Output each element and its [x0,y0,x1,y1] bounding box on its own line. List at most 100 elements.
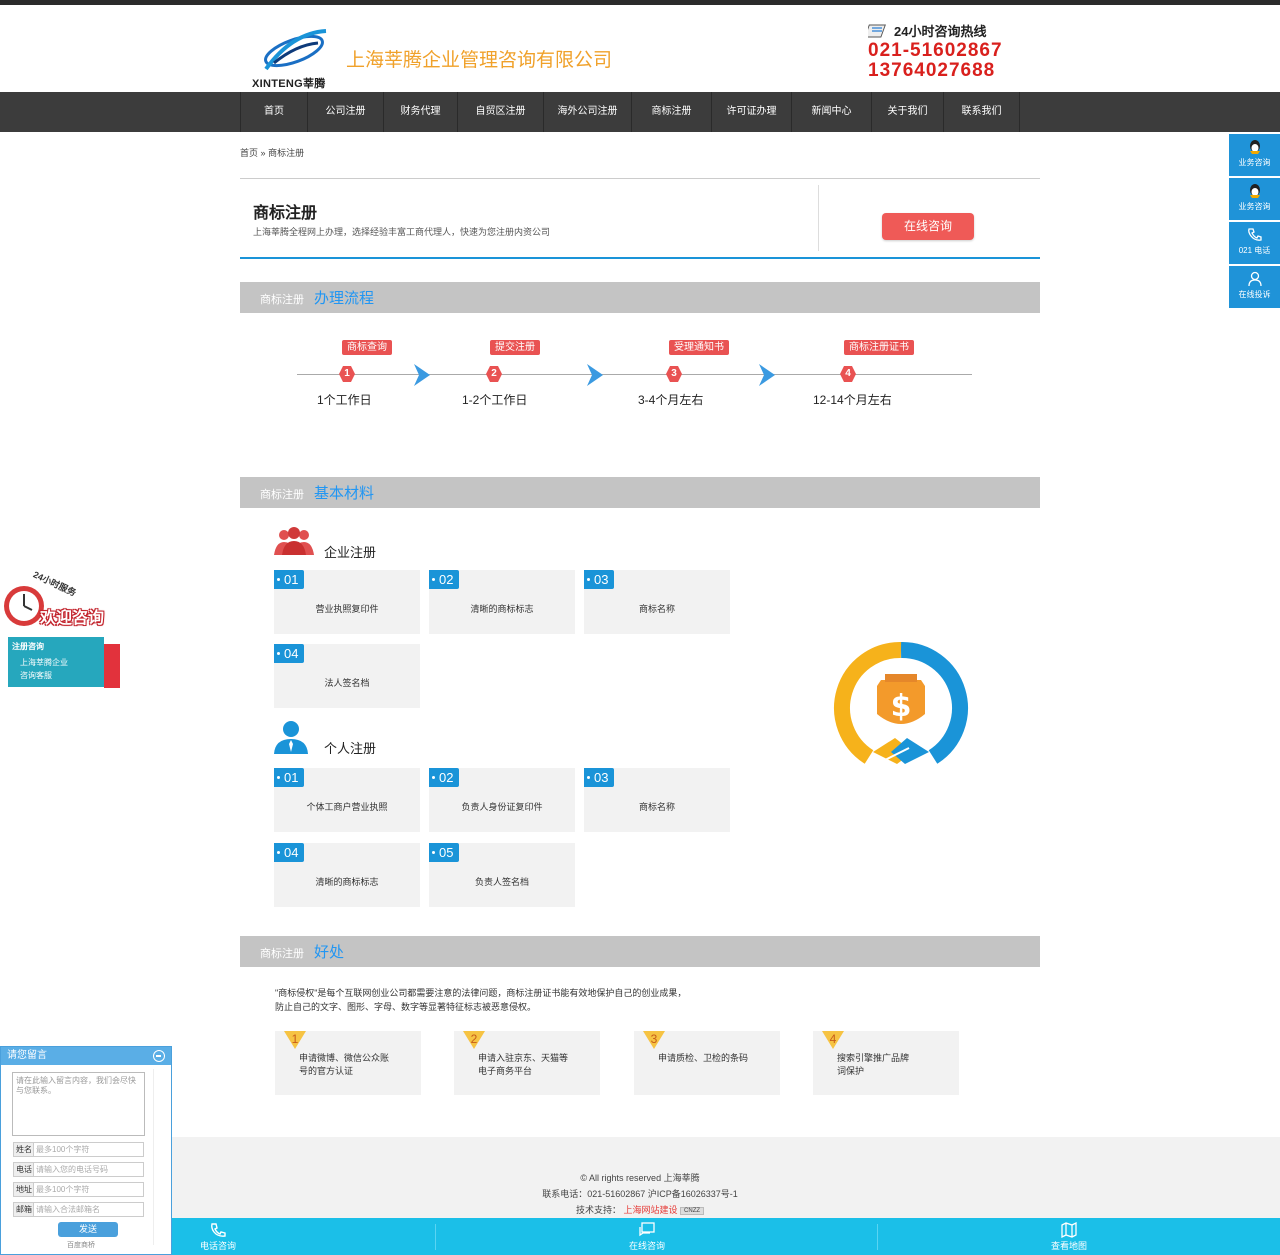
section-title: 基本材料 [314,485,375,502]
field-label: 姓名 [14,1143,34,1156]
benefit-card: 2 申请入驻京东、天猫等 电子商务平台 [454,1031,600,1095]
card-number: 02 [429,768,460,787]
nav-item-home[interactable]: 首页 [240,92,308,132]
side-complaint[interactable]: 在线投诉 [1229,266,1280,308]
header: XINTENG莘腾 上海莘腾企业管理咨询有限公司 24小时咨询热线 021-51… [0,5,1280,92]
hotline: 24小时咨询热线 021-51602867 13764027688 [868,23,1003,81]
material-card: 02 清晰的商标标志 [429,570,575,634]
map-icon [1061,1222,1077,1238]
footer-support-link[interactable]: 上海网站建设 [624,1205,678,1215]
phone-consult-button[interactable]: 电话咨询 [192,1222,244,1252]
message-header: 请您留言 [1,1047,171,1065]
logo-text: XINTENG莘腾 [252,78,326,90]
message-textarea[interactable]: 请在此输入留言内容，我们会尽快与您联系。 [12,1072,145,1136]
breadcrumb: 首页 » 商标注册 [240,146,304,159]
benefit-number: 4 [822,1031,844,1049]
view-map-label: 查看地图 [1050,1241,1087,1251]
online-consult-bottom-button[interactable]: 在线咨询 [622,1222,672,1252]
process-step-2-time: 1-2个工作日 [462,393,528,407]
material-card: 02 负责人身份证复印件 [429,768,575,832]
process-step-1-tag: 商标查询 [342,340,392,355]
email-field[interactable]: 邮箱 请输入合法邮箱名 [13,1202,144,1217]
person-icon [274,721,308,754]
card-text: 商标名称 [638,802,675,812]
consult-link-service[interactable]: 咨询客服 [20,670,52,681]
online-consult-label: 在线咨询 [628,1241,665,1251]
field-placeholder: 请输入合法邮箱名 [36,1205,100,1214]
section-prefix: 商标注册 [260,294,304,306]
footer-contact: 联系电话：021-51602867 沪ICP备16026337号-1 [542,1189,738,1199]
nav-item-trademark[interactable]: 商标注册 [632,92,712,132]
side-panel-label: 021 电话 [1238,246,1271,255]
welcome-label[interactable]: 欢迎咨询 [40,604,104,628]
page-description: 上海莘腾全程网上办理，选择经验丰富工商代理人，快速为您注册内资公司 [253,227,551,237]
benefit-line: 申请入驻京东、天猫等 [478,1053,569,1063]
side-phone[interactable]: 021 电话 [1229,222,1280,264]
side-panel-label: 业务咨询 [1238,202,1271,211]
section-bar-materials: 商标注册 基本材料 [240,477,1040,508]
address-field[interactable]: 地址 最多100个字符 [13,1182,144,1197]
view-map-button[interactable]: 查看地图 [1044,1222,1094,1252]
hotline-number-2: 13764027688 [868,60,996,81]
process-step-2-number: 2 [486,366,502,382]
divider [877,1224,878,1250]
hero-banner: 商标注册 上海莘腾全程网上办理，选择经验丰富工商代理人，快速为您注册内资公司 在… [240,178,1040,259]
benefit-text: 搜索引擎推广品牌 词保护 [837,1052,949,1078]
nav-item-contact[interactable]: 联系我们 [944,92,1020,132]
card-text: 法人签名档 [324,678,370,688]
divider [818,185,819,251]
stats-badge[interactable]: CNZZ [680,1206,705,1215]
breadcrumb-home[interactable]: 首页 [240,148,258,158]
breadcrumb-current[interactable]: 商标注册 [268,148,304,158]
name-field[interactable]: 姓名 最多100个字符 [13,1142,144,1157]
nav-item-ftz[interactable]: 自贸区注册 [458,92,544,132]
benefit-line: 号的官方认证 [299,1066,354,1076]
card-text: 个体工商户营业执照 [306,802,388,812]
card-number: 01 [274,570,305,589]
card-text: 商标名称 [638,604,675,614]
consult-box-title: 注册咨询 [12,642,44,651]
footer: © All rights reserved 上海莘腾 联系电话：021-5160… [0,1137,1280,1219]
benefit-number: 3 [643,1031,665,1049]
send-button[interactable]: 发送 [58,1222,118,1237]
material-card: 04 清晰的商标标志 [274,843,420,907]
consult-link-company[interactable]: 上海莘腾企业 [20,657,68,668]
benefit-card: 3 申请质检、卫检的条码 [634,1031,780,1095]
card-text: 负责人签名档 [474,877,529,887]
process-step-4-tag: 商标注册证书 [844,340,914,355]
minimize-icon[interactable] [153,1050,165,1062]
benefits-intro-line: "商标侵权"是每个互联网创业公司都需要注意的法律问题，商标注册证书能有效地保护自… [275,988,687,998]
process-step-4-number: 4 [840,366,856,382]
nav-item-news[interactable]: 新闻中心 [792,92,872,132]
close-float-button[interactable] [104,644,120,688]
side-qq-consult-1[interactable]: 业务咨询 [1229,134,1280,176]
benefit-card: 4 搜索引擎推广品牌 词保护 [813,1031,959,1095]
phone-field[interactable]: 电话 请输入您的电话号码 [13,1162,144,1177]
arrow-right-icon [414,364,430,386]
user-icon [1247,271,1262,287]
nav-item-company-registration[interactable]: 公司注册 [308,92,384,132]
side-qq-consult-2[interactable]: 业务咨询 [1229,178,1280,220]
online-consult-button[interactable]: 在线咨询 [882,213,974,240]
svg-text:$: $ [891,689,912,724]
side-panel-label: 业务咨询 [1238,158,1271,167]
field-placeholder: 最多100个字符 [36,1185,90,1194]
hotline-number-1: 021-51602867 [868,40,1003,61]
field-label: 邮箱 [14,1203,34,1216]
main-nav: 首页 公司注册 财务代理 自贸区注册 海外公司注册 商标注册 许可证办理 新闻中… [0,92,1280,132]
benefit-number: 1 [284,1031,306,1049]
page-title: 商标注册 [253,205,318,222]
scrollbar[interactable] [153,1069,163,1245]
nav-item-accounting[interactable]: 财务代理 [384,92,458,132]
nav-item-about[interactable]: 关于我们 [872,92,944,132]
hotline-title: 24小时咨询热线 [868,23,1003,41]
material-card: 03 商标名称 [584,768,730,832]
enterprise-title: 企业注册 [324,545,377,560]
section-prefix: 商标注册 [260,948,304,960]
section-title: 办理流程 [314,290,375,307]
company-name[interactable]: 上海莘腾企业管理咨询有限公司 [346,45,612,72]
nav-item-offshore[interactable]: 海外公司注册 [544,92,632,132]
nav-item-license[interactable]: 许可证办理 [712,92,792,132]
benefit-text: 申请入驻京东、天猫等 电子商务平台 [478,1052,590,1078]
side-panel-label: 在线投诉 [1238,290,1271,299]
